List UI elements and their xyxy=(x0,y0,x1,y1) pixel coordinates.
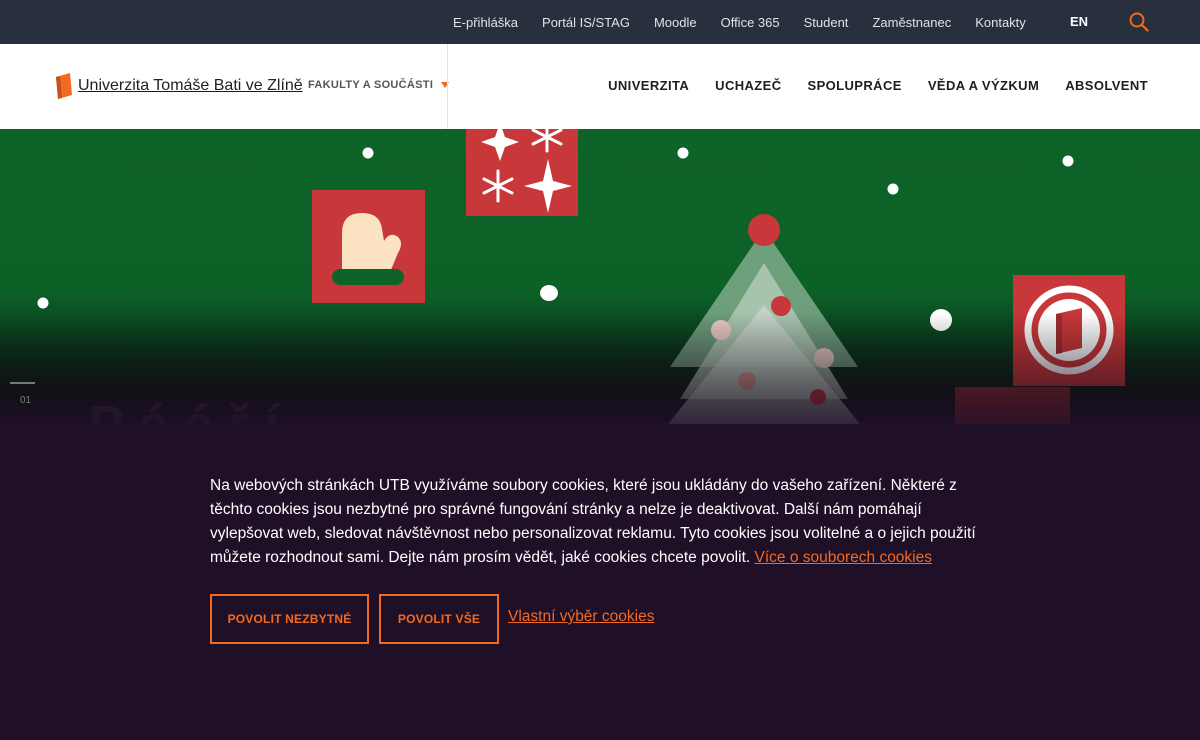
link-moodle[interactable]: Moodle xyxy=(654,15,697,30)
header-divider xyxy=(447,44,448,129)
link-kontakty[interactable]: Kontakty xyxy=(975,15,1026,30)
hero-banner[interactable]: P é é ř í 01 xyxy=(0,129,1200,425)
cookie-consent-banner: Na webových stránkách UTB využíváme soub… xyxy=(0,424,1200,740)
nav-absolvent[interactable]: ABSOLVENT xyxy=(1065,78,1148,93)
main-navigation: UNIVERZITA UCHAZEČ SPOLUPRÁCE VĚDA A VÝZ… xyxy=(582,78,1148,93)
slide-number: 01 xyxy=(20,395,32,406)
university-logo[interactable]: Univerzita Tomáše Bati ve Zlíně xyxy=(56,73,303,99)
allow-necessary-button[interactable]: POVOLIT NEZBYTNÉ xyxy=(210,594,369,644)
language-switch[interactable]: EN xyxy=(1070,14,1088,29)
slide-indicator-line xyxy=(10,382,35,384)
slide-indicator[interactable]: 01 xyxy=(10,382,35,406)
faculties-label: FAKULTY A SOUČÁSTI xyxy=(308,79,434,91)
top-utility-bar: E-přihláška Portál IS/STAG Moodle Office… xyxy=(0,0,1200,44)
nav-spoluprace[interactable]: SPOLUPRÁCE xyxy=(808,78,902,93)
link-portal-is-stag[interactable]: Portál IS/STAG xyxy=(542,15,630,30)
link-zamestnanec[interactable]: Zaměstnanec xyxy=(872,15,951,30)
main-header: Univerzita Tomáše Bati ve Zlíně FAKULTY … xyxy=(0,44,1200,129)
logo-mark-icon xyxy=(56,73,72,99)
faculties-dropdown[interactable]: FAKULTY A SOUČÁSTI xyxy=(308,79,450,91)
christmas-illustration: P é é ř í xyxy=(0,129,1200,425)
link-student[interactable]: Student xyxy=(804,15,849,30)
nav-veda-a-vyzkum[interactable]: VĚDA A VÝZKUM xyxy=(928,78,1039,93)
link-office-365[interactable]: Office 365 xyxy=(721,15,780,30)
search-icon[interactable] xyxy=(1128,11,1150,33)
utility-links: E-přihláška Portál IS/STAG Moodle Office… xyxy=(429,0,1026,44)
link-e-prihlaska[interactable]: E-přihláška xyxy=(453,15,518,30)
cookie-text: Na webových stránkách UTB využíváme soub… xyxy=(210,474,990,570)
allow-all-button[interactable]: POVOLIT VŠE xyxy=(379,594,499,644)
logo-text: Univerzita Tomáše Bati ve Zlíně xyxy=(78,77,303,94)
custom-cookies-link[interactable]: Vlastní výběr cookies xyxy=(508,608,654,626)
nav-uchazec[interactable]: UCHAZEČ xyxy=(715,78,781,93)
cookie-more-link[interactable]: Více o souborech cookies xyxy=(755,549,933,566)
nav-univerzita[interactable]: UNIVERZITA xyxy=(608,78,689,93)
